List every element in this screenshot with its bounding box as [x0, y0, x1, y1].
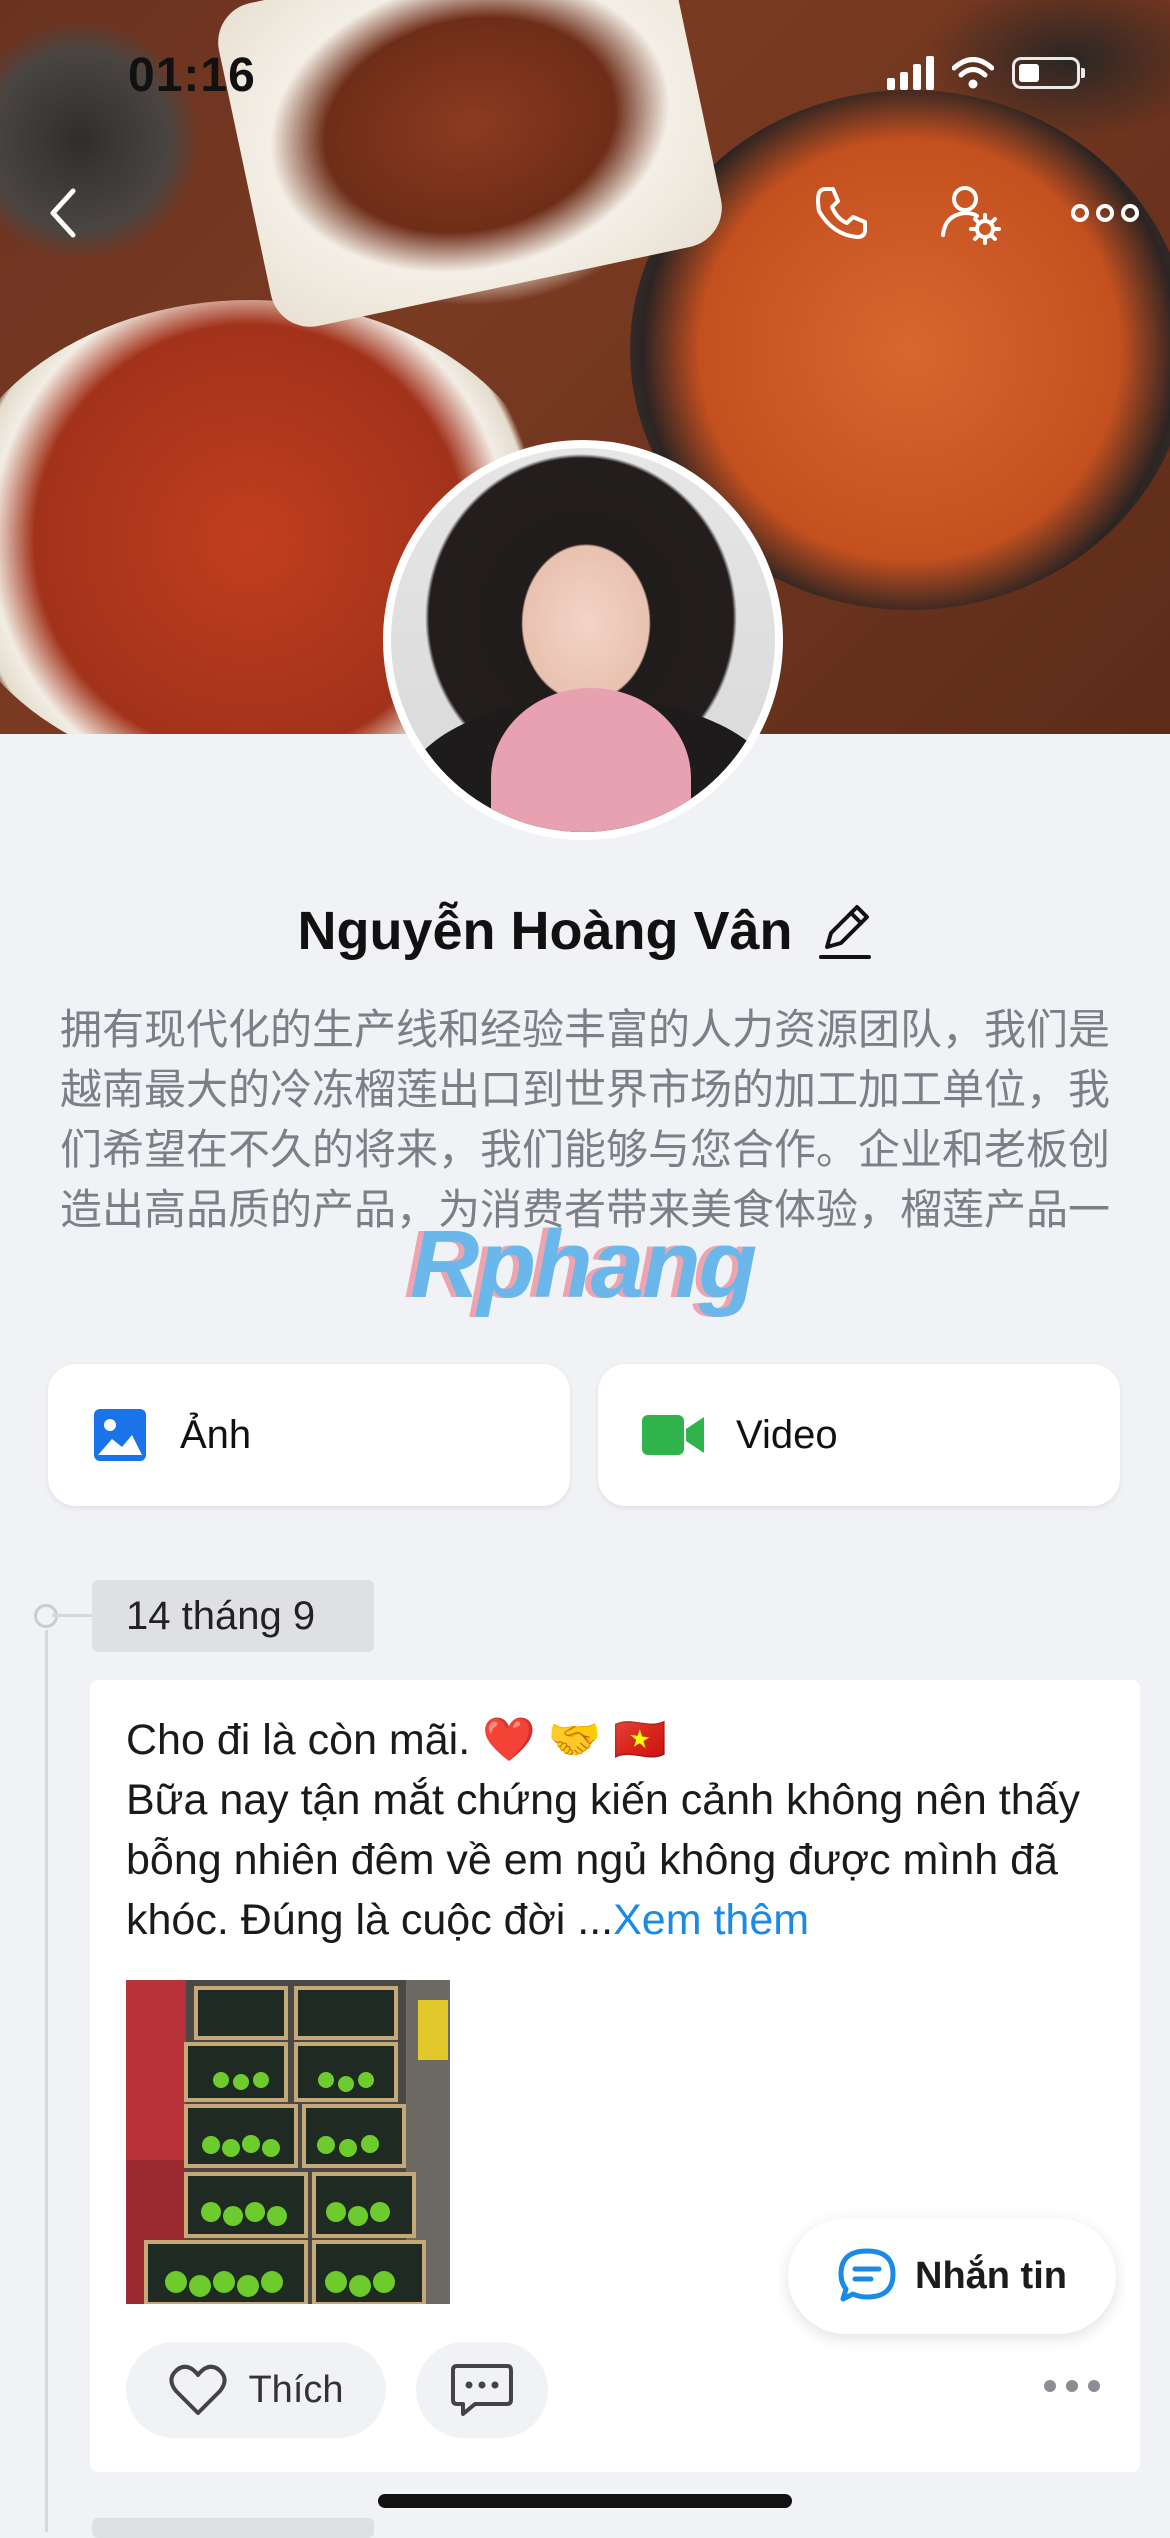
comment-button[interactable] [416, 2342, 548, 2438]
see-more-link[interactable]: Xem thêm [613, 1896, 809, 1944]
heart-icon [169, 2364, 227, 2415]
dot [1066, 2380, 1078, 2392]
status-time: 01:16 [128, 49, 256, 102]
timeline-date: 14 tháng 9 [92, 1580, 374, 1652]
like-label: Thích [248, 2368, 344, 2411]
videos-label: Video [736, 1412, 838, 1457]
limes-in-boxes-image [126, 1980, 450, 2304]
status-icons [887, 56, 1085, 90]
call-button[interactable] [806, 178, 876, 248]
photo-icon [94, 1409, 146, 1461]
home-indicator[interactable] [378, 2494, 792, 2508]
cellular-signal-icon [887, 56, 934, 90]
message-button[interactable]: Nhắn tin [788, 2218, 1116, 2334]
chevron-left-icon [50, 188, 76, 238]
profile-settings-button[interactable] [936, 178, 1006, 248]
edit-pencil-icon[interactable] [817, 901, 873, 961]
profile-bio: 拥有现代化的生产线和经验丰富的人力资源团队，我们是越南最大的冷冻榴莲出口到世界市… [60, 1005, 1111, 1234]
post-more-button[interactable] [1044, 2380, 1100, 2392]
next-date-chip [92, 2518, 374, 2538]
timeline-line [45, 1630, 48, 2532]
phone-icon [816, 187, 867, 239]
user-settings-icon [941, 186, 1001, 245]
chat-bubble-icon [838, 2248, 896, 2302]
dot [1088, 2380, 1100, 2392]
battery-icon [1012, 57, 1085, 89]
post-body: Cho đi là còn mãi. ❤️ 🤝 🇻🇳 Bữa nay tận m… [126, 1716, 1081, 1944]
photos-button[interactable]: Ảnh [48, 1364, 570, 1506]
more-horizontal-icon [1071, 204, 1139, 222]
photos-label: Ảnh [180, 1412, 252, 1457]
videos-button[interactable]: Video [598, 1364, 1120, 1506]
post-actions: Thích [126, 2342, 548, 2438]
video-camera-icon [642, 1415, 704, 1455]
post-text[interactable]: Cho đi là còn mãi. ❤️ 🤝 🇻🇳 Bữa nay tận m… [126, 1710, 1116, 1950]
back-button[interactable] [28, 178, 98, 248]
timeline-connector [52, 1614, 92, 1617]
post-card[interactable]: Cho đi là còn mãi. ❤️ 🤝 🇻🇳 Bữa nay tận m… [90, 1680, 1140, 2472]
profile-avatar[interactable] [383, 440, 783, 840]
comment-icon [451, 2364, 513, 2416]
profile-name-row: Nguyễn Hoàng Vân [0, 900, 1170, 962]
more-options-button[interactable] [1070, 178, 1140, 248]
wifi-icon [952, 57, 994, 89]
dot [1044, 2380, 1056, 2392]
message-label: Nhắn tin [915, 2254, 1067, 2297]
watermark-logo: Rphang [410, 1211, 757, 1318]
post-image[interactable] [126, 1980, 450, 2304]
like-button[interactable]: Thích [126, 2342, 386, 2438]
profile-name: Nguyễn Hoàng Vân [297, 901, 793, 961]
